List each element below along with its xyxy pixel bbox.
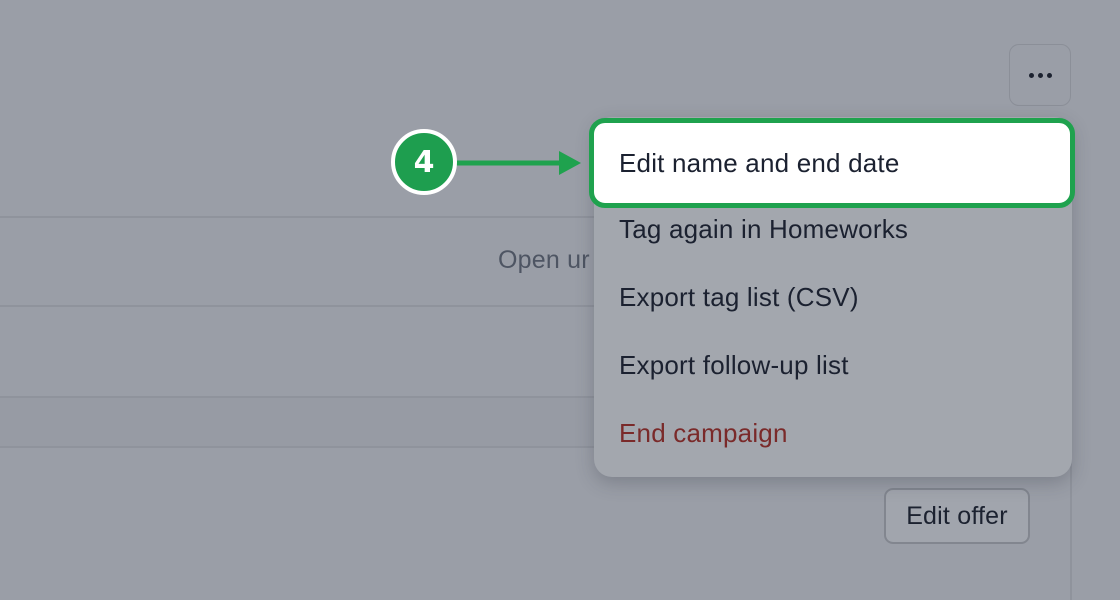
menu-item-export-tag-list[interactable]: Export tag list (CSV) [619,282,859,313]
menu-item-label: Edit name and end date [619,147,900,178]
edit-offer-button[interactable]: Edit offer [884,488,1030,544]
arrow-right-icon [455,151,581,175]
menu-item-end-campaign[interactable]: End campaign [619,418,788,449]
more-horizontal-icon [1046,72,1052,78]
menu-item-export-follow-up[interactable]: Export follow-up list [619,350,849,381]
more-horizontal-icon [1037,72,1043,78]
more-options-button[interactable] [1009,44,1071,106]
menu-item-edit-name[interactable]: Edit name and end date [589,118,1075,208]
step-badge: 4 [391,129,457,195]
open-column-text: Open ur [498,246,590,274]
more-horizontal-icon [1028,72,1034,78]
menu-item-tag-again[interactable]: Tag again in Homeworks [619,214,908,245]
